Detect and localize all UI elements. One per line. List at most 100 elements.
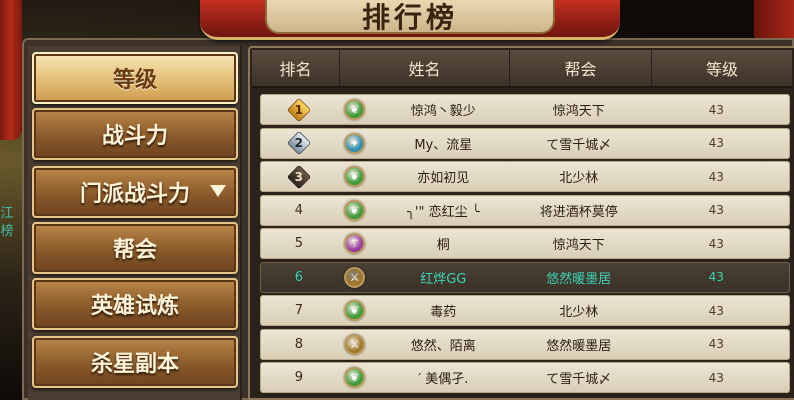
rank-number: 5 [294,236,303,251]
guild-name: 惊鸿天下 [552,104,605,119]
player-name: 桐 [436,238,450,253]
guild-name: 惊鸿天下 [552,238,605,253]
player-level: 43 [708,370,724,385]
table-row[interactable]: 8 ⚔ 悠然、陌离 悠然暖墨居 43 [260,328,790,360]
rank-cell: 8 [261,337,337,352]
table-row[interactable]: 7 ❦ 毒药 北少林 43 [260,295,790,326]
rank-medal-icon: 3 [288,166,310,188]
dropdown-arrow-icon [210,185,226,197]
rank-number: 3 [294,169,304,184]
player-name: 亦如初见 [417,171,470,186]
menu-button-5[interactable]: 杀星副本 [32,336,238,388]
rank-number: 8 [294,336,303,352]
rank-cell: 6 [261,270,337,285]
staff-icon: ⚚ [344,233,366,254]
sect-cell: ⚚ [337,233,373,254]
page-title: 排行榜 [361,1,458,34]
rank-cell: 5 [261,236,337,251]
menu-button-label: 杀星副本 [90,352,179,377]
leaf-icon: ❦ [344,99,366,120]
table-row[interactable]: 6 ⚔ 红烨GG 悠然暖墨居 43 [260,261,790,293]
sect-cell: ❦ [337,99,373,120]
guild-name: 北少林 [559,305,599,320]
menu-button-4[interactable]: 英雄试炼 [32,278,238,330]
rank-medal-icon: 2 [288,132,310,154]
player-name: 红烨GG [420,271,467,287]
player-level: 43 [708,102,724,117]
crystal-icon: ✦ [344,132,366,154]
player-level: 43 [708,236,724,251]
sect-cell: ✦ [337,132,373,154]
side-glyph-text: 江 榜 [0,206,14,239]
menu-button-label: 帮会 [112,238,157,263]
sword-icon: ⚔ [344,266,366,288]
leaf-icon: ❦ [344,199,366,221]
sect-cell: ⚔ [337,266,373,288]
rank-number: 1 [294,102,304,117]
table-row[interactable]: 9 ❦ ′ 美偶孑. て雪千城〆 43 [260,362,790,393]
rank-cell: 9 [261,370,337,385]
rank-medal-icon: 1 [288,99,310,121]
player-name: ╮'" 恋红尘 ╰ [407,204,480,220]
menu-button-label: 门派战斗力 [79,182,190,207]
menu-button-label: 战斗力 [101,124,168,149]
rank-number: 4 [294,202,303,218]
table-row[interactable]: 3 ❦ 亦如初见 北少林 43 [260,161,790,192]
header-guild: 帮会 [510,50,652,86]
rank-cell: 4 [261,203,337,218]
table-row[interactable]: 2 ✦ My、流星 て雪千城〆 43 [260,127,790,159]
rank-number: 9 [294,370,303,385]
player-name: My、流星 [414,137,473,153]
player-name: 悠然、陌离 [410,338,476,354]
left-curtain-decoration [0,0,22,140]
sect-cell: ❦ [337,199,373,221]
header-rank: 排名 [252,50,340,86]
table-row[interactable]: 1 ❦ 惊鸿丶毅少 惊鸿天下 43 [260,94,790,125]
leaf-icon: ❦ [344,367,366,388]
menu-button-3[interactable]: 帮会 [32,222,238,274]
sect-cell: ❦ [337,300,373,321]
rank-cell: 1 [261,99,337,121]
table-header: 排名 姓名 帮会 等级 [252,50,792,88]
sect-cell: ⚔ [337,333,373,355]
guild-name: 悠然暖墨居 [546,338,612,354]
sect-cell: ❦ [337,367,373,388]
header-level: 等级 [705,60,738,79]
player-name: 毒药 [430,305,457,320]
player-name: ′ 美偶孑. [418,372,469,387]
rank-cell: 7 [261,303,337,318]
player-level: 43 [708,136,724,150]
rank-cell: 3 [261,166,337,188]
guild-name: 北少林 [559,171,599,186]
header-name: 姓名 [340,50,510,86]
player-name: 惊鸿丶毅少 [410,104,476,119]
menu-button-2[interactable]: 门派战斗力 [32,166,238,218]
menu-button-label: 英雄试炼 [90,294,179,319]
rank-number: 2 [294,136,304,150]
rank-cell: 2 [261,132,337,154]
table-row[interactable]: 4 ❦ ╮'" 恋红尘 ╰ 将进酒杯莫停 43 [260,194,790,226]
guild-name: て雪千城〆 [546,137,612,153]
title-plaque: 排行榜 [265,0,555,34]
menu-button-1[interactable]: 战斗力 [32,108,238,160]
sect-cell: ❦ [337,166,373,187]
player-level: 43 [708,169,724,184]
category-menu: 等级战斗力门派战斗力帮会英雄试炼杀星副本 [28,46,242,400]
menu-button-0[interactable]: 等级 [32,52,238,104]
ranking-panel: 排名 姓名 帮会 等级 1 ❦ 惊鸿丶毅少 惊鸿天下 43 2 ✦ My、流星 て雪千城〆 43 3… [248,46,794,400]
player-level: 43 [708,337,724,351]
sword-icon: ⚔ [344,333,366,355]
guild-name: て雪千城〆 [546,372,612,387]
rank-number: 7 [294,303,303,318]
guild-name: 悠然暖墨居 [546,271,612,287]
player-level: 43 [708,303,724,318]
guild-name: 将进酒杯莫停 [539,204,618,220]
leaf-icon: ❦ [344,300,366,321]
table-row[interactable]: 5 ⚚ 桐 惊鸿天下 43 [260,228,790,259]
player-level: 43 [708,270,724,284]
ranking-rows: 1 ❦ 惊鸿丶毅少 惊鸿天下 43 2 ✦ My、流星 て雪千城〆 43 3 ❦ 亦如初见 北少林 43 4 ❦… [260,94,790,396]
player-level: 43 [708,203,724,217]
rank-number: 6 [294,269,303,285]
menu-button-label: 等级 [112,68,157,93]
leaf-icon: ❦ [344,166,366,187]
